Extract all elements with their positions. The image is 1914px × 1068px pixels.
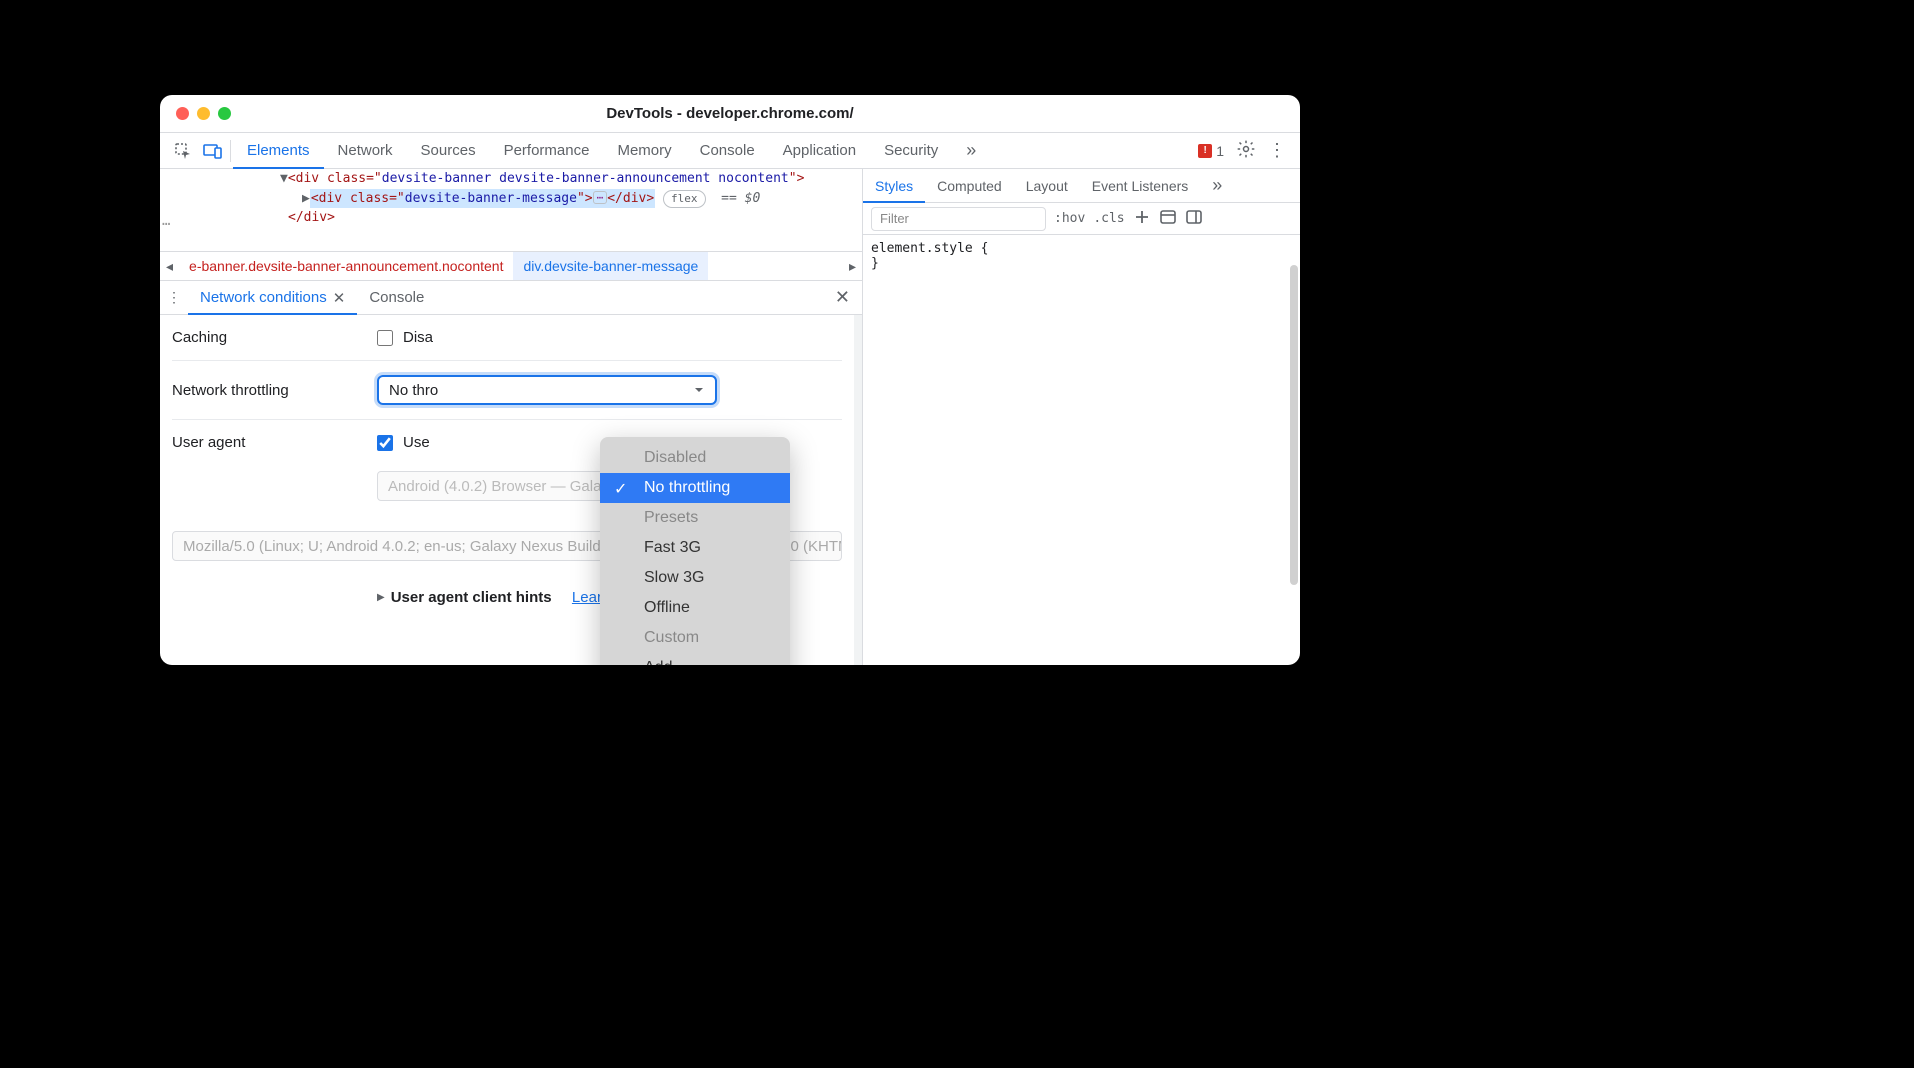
devtools-window: DevTools - developer.chrome.com/ Element… [160, 95, 1300, 665]
pop-offline[interactable]: Offline [600, 593, 790, 623]
element-style-close: } [871, 256, 1292, 271]
pop-disabled: Disabled [600, 443, 790, 473]
toggle-sidebar-icon[interactable] [1185, 210, 1203, 227]
stab-layout[interactable]: Layout [1014, 169, 1080, 202]
hov-toggle[interactable]: :hov [1054, 211, 1085, 226]
zoom-window-button[interactable] [218, 107, 231, 120]
gutter-ellipsis: … [160, 211, 170, 232]
tab-elements[interactable]: Elements [233, 133, 324, 168]
drawer-close-icon[interactable]: ✕ [823, 287, 862, 308]
disable-cache-checkbox[interactable] [377, 330, 393, 346]
row-throttling: Network throttling No thro [172, 375, 842, 420]
tabs-overflow-icon[interactable]: » [952, 133, 990, 168]
disable-cache-label: Disa [403, 329, 433, 346]
tab-console[interactable]: Console [686, 133, 769, 168]
stabs-overflow-icon[interactable]: » [1200, 169, 1234, 202]
dom-class-value2: devsite-banner-message [405, 191, 577, 206]
dom-tag-open2: <div class=" [311, 191, 405, 206]
dom-collapsed-icon[interactable]: ⋯ [593, 191, 608, 204]
styles-filter-bar: Filter :hov .cls [863, 203, 1300, 235]
crumb-scroll-left-icon[interactable]: ◂ [160, 258, 179, 275]
throttling-select[interactable]: No thro [377, 375, 717, 405]
toolbar-separator [230, 140, 231, 162]
settings-icon[interactable] [1236, 139, 1256, 162]
styles-pane: Styles Computed Layout Event Listeners »… [862, 169, 1300, 665]
dom-dollar-zero: == $0 [721, 191, 760, 206]
new-style-rule-icon[interactable] [1133, 210, 1151, 227]
kebab-menu-icon[interactable]: ⋮ [1268, 140, 1286, 161]
ua-default-label: Use [403, 434, 430, 451]
expand-triangle-icon: ▶ [377, 592, 385, 603]
close-tab-icon[interactable]: ✕ [333, 289, 346, 307]
styles-body[interactable]: element.style { } [863, 235, 1300, 277]
computed-styles-icon[interactable] [1159, 210, 1177, 227]
drawer-tab-network-conditions[interactable]: Network conditions ✕ [188, 281, 357, 314]
crumb-active[interactable]: div.devsite-banner-message [513, 252, 708, 280]
styles-filter-input[interactable]: Filter [871, 207, 1046, 231]
pop-presets-header: Presets [600, 503, 790, 533]
pop-add[interactable]: Add… [600, 653, 790, 665]
pop-fast-3g[interactable]: Fast 3G [600, 533, 790, 563]
throttling-dropdown: Disabled No throttling Presets Fast 3G S… [600, 437, 790, 665]
crumb-scroll-right-icon[interactable]: ▸ [843, 258, 862, 275]
toolbar-right: ! 1 ⋮ [1198, 139, 1292, 162]
traffic-lights [160, 107, 231, 120]
cls-toggle[interactable]: .cls [1093, 211, 1124, 226]
dom-tag-close2: </div> [607, 191, 654, 206]
drawer-tabs: ⋮ Network conditions ✕ Console ✕ [160, 281, 862, 315]
crumb-prev[interactable]: e-banner.devsite-banner-announcement.noc… [179, 252, 513, 280]
stab-styles[interactable]: Styles [863, 169, 925, 202]
tab-sources[interactable]: Sources [407, 133, 490, 168]
close-window-button[interactable] [176, 107, 189, 120]
tab-performance[interactable]: Performance [490, 133, 604, 168]
window-title: DevTools - developer.chrome.com/ [160, 105, 1300, 122]
flex-badge[interactable]: flex [663, 190, 706, 209]
error-icon: ! [1198, 144, 1212, 158]
error-count: 1 [1216, 143, 1224, 159]
user-agent-label: User agent [172, 434, 367, 451]
client-hints-label: User agent client hints [391, 589, 552, 606]
dom-tag-open: <div class=" [288, 171, 382, 186]
vertical-scrollbar[interactable] [1290, 265, 1298, 585]
dom-tag-end2: "> [577, 191, 593, 206]
dom-class-value: devsite-banner devsite-banner-announceme… [382, 171, 789, 186]
drawer-tab-console[interactable]: Console [357, 281, 436, 314]
titlebar: DevTools - developer.chrome.com/ [160, 95, 1300, 133]
filter-placeholder: Filter [880, 211, 909, 226]
pop-slow-3g[interactable]: Slow 3G [600, 563, 790, 593]
caching-label: Caching [172, 329, 367, 346]
tab-security[interactable]: Security [870, 133, 952, 168]
minimize-window-button[interactable] [197, 107, 210, 120]
tab-network[interactable]: Network [324, 133, 407, 168]
error-badge[interactable]: ! 1 [1198, 143, 1224, 159]
dom-breadcrumbs: ◂ e-banner.devsite-banner-announcement.n… [160, 251, 862, 281]
devtools-toolbar: Elements Network Sources Performance Mem… [160, 133, 1300, 169]
dom-tag-end: "> [789, 171, 805, 186]
inspect-element-icon[interactable] [168, 136, 198, 166]
styles-tabs: Styles Computed Layout Event Listeners » [863, 169, 1300, 203]
element-style-open: element.style { [871, 241, 1292, 256]
pop-no-throttling[interactable]: No throttling [600, 473, 790, 503]
tab-memory[interactable]: Memory [603, 133, 685, 168]
row-caching: Caching Disa [172, 329, 842, 361]
stab-event-listeners[interactable]: Event Listeners [1080, 169, 1201, 202]
stab-computed[interactable]: Computed [925, 169, 1014, 202]
drawer-kebab-icon[interactable]: ⋮ [160, 289, 188, 306]
ua-default-checkbox[interactable] [377, 435, 393, 451]
device-toolbar-icon[interactable] [198, 136, 228, 166]
main-tabs: Elements Network Sources Performance Mem… [233, 133, 1198, 168]
drawer-tab-label: Network conditions [200, 289, 327, 306]
throttling-label: Network throttling [172, 382, 367, 399]
pop-custom-header: Custom [600, 623, 790, 653]
dom-tag-close: </div> [288, 210, 335, 225]
elements-tree[interactable]: … ▼<div class="devsite-banner devsite-ba… [160, 169, 862, 251]
tab-application[interactable]: Application [769, 133, 870, 168]
throttling-select-value: No thro [389, 382, 438, 399]
